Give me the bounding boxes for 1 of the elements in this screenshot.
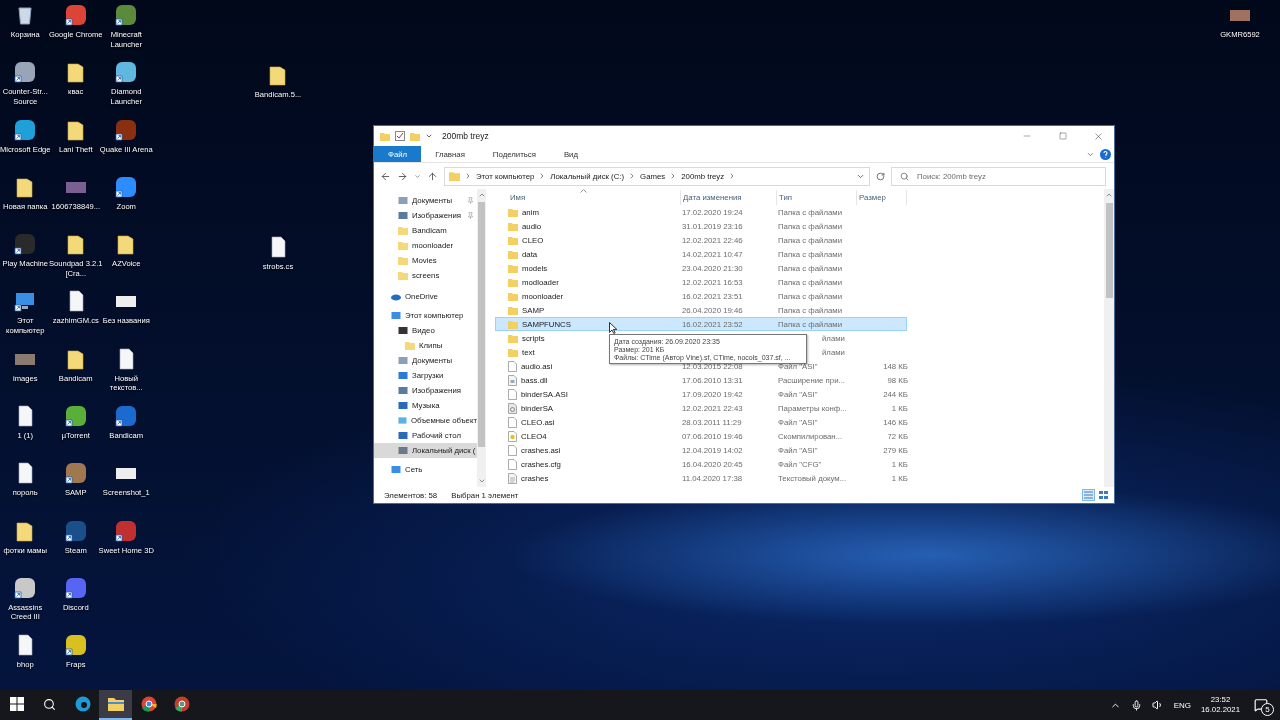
window-title: 200mb treyz bbox=[442, 131, 490, 141]
